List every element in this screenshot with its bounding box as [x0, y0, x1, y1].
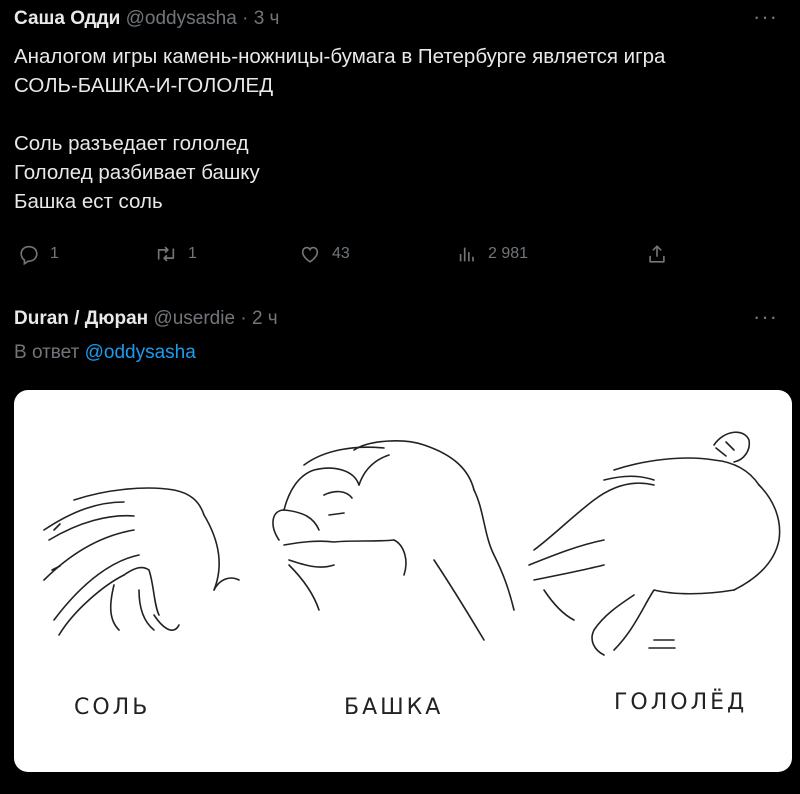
tweet-header: Саша Одди @oddysasha · 3 ч: [14, 8, 279, 30]
separator: ·: [240, 308, 247, 329]
tweet-text: Аналогом игры камень-ножницы-бумага в Пе…: [14, 45, 666, 213]
retweet-icon: [157, 246, 175, 262]
caption-ice: ГОЛОЛЁД: [614, 690, 748, 715]
views-count: 2 981: [488, 245, 529, 262]
more-options-button[interactable]: ···: [753, 304, 778, 330]
views-button[interactable]: 2 981: [456, 243, 528, 265]
retweet-button[interactable]: 1: [154, 243, 197, 265]
like-button[interactable]: 43: [298, 243, 350, 265]
reply-count: 1: [50, 245, 59, 262]
author-handle[interactable]: @oddysasha: [126, 8, 237, 29]
head-hand-drawing: [272, 440, 515, 641]
timestamp[interactable]: 3 ч: [254, 8, 280, 29]
share-icon: [649, 245, 665, 263]
reply-prefix: В ответ: [14, 342, 80, 363]
retweet-count: 1: [188, 245, 197, 262]
share-button[interactable]: [646, 243, 668, 265]
author-handle[interactable]: @userdie: [153, 308, 235, 329]
author-name[interactable]: Саша Одди: [14, 8, 120, 29]
author-name[interactable]: Duran / Дюран: [14, 308, 148, 329]
tweet-oddysasha[interactable]: Саша Одди @oddysasha · 3 ч ··· Аналогом …: [0, 0, 800, 290]
salt-hand-drawing: [43, 487, 240, 636]
tweet-userdie[interactable]: Duran / Дюран @userdie · 2 ч ··· В ответ…: [0, 290, 800, 794]
like-count: 43: [332, 245, 350, 262]
timestamp[interactable]: 2 ч: [252, 308, 278, 329]
attached-drawing[interactable]: СОЛЬ БАШКА ГОЛОЛЁД: [14, 390, 792, 772]
reply-button[interactable]: 1: [18, 243, 59, 265]
ice-hand-drawing: [528, 431, 781, 656]
reply-icon: [20, 245, 38, 265]
tweet-actions: 1 1 43 2 981: [14, 243, 774, 273]
caption-salt: СОЛЬ: [74, 695, 151, 720]
caption-head: БАШКА: [344, 695, 444, 720]
reply-mention-link[interactable]: @oddysasha: [85, 342, 196, 363]
views-icon: [459, 247, 474, 262]
tweet-header: Duran / Дюран @userdie · 2 ч: [14, 308, 278, 330]
more-options-button[interactable]: ···: [753, 4, 778, 30]
separator: ·: [242, 8, 249, 29]
like-icon: [301, 246, 319, 263]
reply-context: В ответ @oddysasha: [14, 342, 196, 364]
